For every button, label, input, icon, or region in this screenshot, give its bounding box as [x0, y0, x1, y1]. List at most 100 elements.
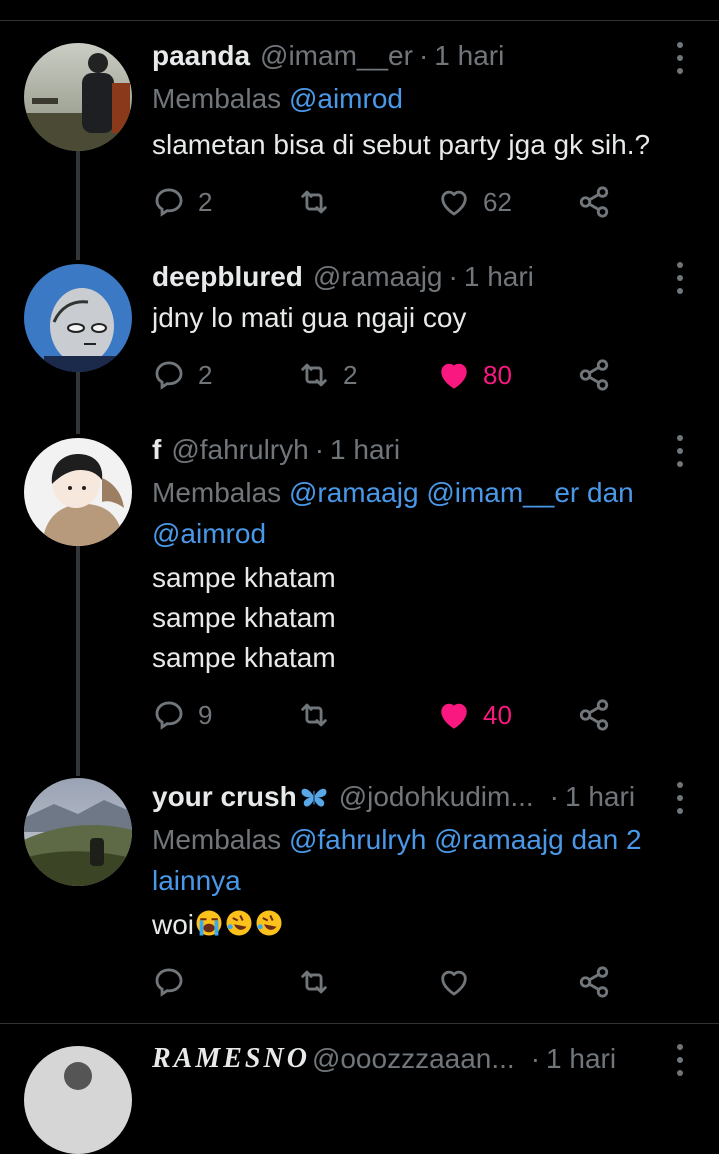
avatar[interactable]	[24, 1046, 132, 1154]
avatar[interactable]	[24, 438, 132, 546]
retweet-icon	[301, 363, 327, 387]
timestamp[interactable]: 1 hari	[565, 781, 635, 813]
others-link[interactable]: lainnya	[152, 865, 241, 896]
heart-icon	[441, 970, 467, 996]
tweet-divider	[0, 1023, 719, 1024]
reply-button[interactable]: 9	[152, 695, 212, 735]
avatar[interactable]	[24, 778, 132, 886]
heart-icon	[441, 190, 467, 216]
retweet-icon	[301, 970, 327, 994]
timestamp[interactable]: 1 hari	[330, 434, 400, 466]
separator: ·	[314, 434, 325, 465]
tweet-header: paanda @imam__er · 1 hari	[152, 37, 504, 75]
retweet-count: 2	[343, 359, 358, 390]
reply-count: 9	[198, 699, 213, 730]
retweet-icon	[301, 703, 327, 727]
user-handle[interactable]: @jodohkudim...	[339, 781, 534, 813]
user-handle[interactable]: @ooozzzaaan...	[312, 1043, 515, 1075]
avatar[interactable]	[24, 43, 132, 151]
reply-count: 2	[198, 186, 213, 217]
user-handle[interactable]: @fahrulryh	[171, 434, 308, 466]
tweet-header: your crush @jodohkudim... · 1 hari	[152, 778, 635, 816]
timestamp[interactable]: 1 hari	[434, 40, 504, 72]
tweet-text-line: sampe khatam	[152, 602, 336, 633]
replying-to: Membalas @fahrulryh @ramaajg dan 2	[152, 819, 692, 860]
share-icon	[579, 966, 609, 998]
timestamp[interactable]: 1 hari	[464, 261, 534, 293]
reply-button[interactable]	[152, 962, 198, 1002]
more-options-icon[interactable]	[672, 1044, 688, 1076]
speech-bubble-icon	[155, 361, 183, 390]
more-options-icon[interactable]	[672, 262, 688, 294]
heart-filled-icon	[441, 363, 467, 389]
mention-link[interactable]: @aimrod	[289, 83, 403, 114]
display-name[interactable]: f	[152, 434, 161, 466]
retweet-button[interactable]	[297, 182, 343, 222]
mention-links[interactable]: @ramaajg @imam__er dan	[289, 477, 634, 508]
more-options-icon[interactable]	[672, 435, 688, 467]
tweet-actions: 2 2 80	[152, 355, 622, 395]
reply-count: 2	[198, 359, 213, 390]
like-button[interactable]	[437, 962, 483, 1002]
tweet-actions: 9 40	[152, 695, 622, 735]
user-handle[interactable]: @imam__er	[260, 40, 413, 72]
tweet-actions	[152, 962, 622, 1002]
replying-to: Membalas @ramaajg @imam__er dan	[152, 472, 692, 513]
display-name[interactable]: your crush	[152, 781, 297, 813]
like-button[interactable]: 62	[437, 182, 512, 222]
retweet-button[interactable]	[297, 962, 343, 1002]
separator: ·	[448, 261, 458, 292]
more-options-icon[interactable]	[672, 782, 688, 814]
heart-filled-icon	[441, 703, 467, 729]
share-button[interactable]	[577, 182, 611, 222]
reply-button[interactable]: 2	[152, 355, 212, 395]
thread-line	[76, 150, 80, 260]
like-count: 62	[483, 186, 512, 217]
reply-button[interactable]: 2	[152, 182, 212, 222]
speech-bubble-icon	[155, 968, 183, 997]
thread-line	[76, 546, 80, 776]
separator: ·	[530, 1043, 541, 1074]
tweet-header: deepblured @ramaajg · 1 hari	[152, 258, 534, 296]
share-button[interactable]	[577, 962, 611, 1002]
display-name[interactable]: paanda	[152, 40, 250, 72]
replying-to-label: Membalas	[152, 83, 282, 114]
like-button[interactable]: 40	[437, 695, 512, 735]
retweet-button[interactable]: 2	[297, 355, 357, 395]
avatar[interactable]	[24, 264, 132, 372]
user-handle[interactable]: @ramaajg	[313, 261, 443, 293]
thread-line	[76, 372, 80, 434]
rolling-on-floor-laughing-emoji	[226, 910, 252, 936]
share-icon	[579, 359, 609, 391]
tweet-header: f @fahrulryh · 1 hari	[152, 431, 400, 469]
share-button[interactable]	[577, 355, 611, 395]
mention-links[interactable]: @fahrulryh @ramaajg dan 2	[289, 824, 642, 855]
speech-bubble-icon	[155, 188, 183, 217]
tweet-header: RAMESNO @ooozzzaaan... · 1 hari	[152, 1040, 616, 1078]
tweet-text-line: sampe khatam	[152, 562, 336, 593]
retweet-button[interactable]	[297, 695, 343, 735]
tweet-text-content: woi	[152, 909, 195, 940]
speech-bubble-icon	[155, 701, 183, 730]
share-icon	[579, 186, 609, 218]
share-icon	[579, 699, 609, 731]
butterfly-emoji	[301, 788, 327, 807]
like-count: 40	[483, 699, 512, 730]
replying-to-continued: @aimrod	[152, 513, 692, 554]
display-name[interactable]: deepblured	[152, 261, 303, 293]
separator: ·	[418, 40, 429, 71]
replying-to-label: Membalas	[152, 824, 282, 855]
like-button[interactable]: 80	[437, 355, 512, 395]
tweet-actions: 2 62	[152, 182, 622, 222]
more-options-icon[interactable]	[672, 42, 688, 74]
tweet-text: slametan bisa di sebut party jga gk sih.…	[152, 129, 651, 160]
timestamp[interactable]: 1 hari	[546, 1043, 616, 1075]
rolling-on-floor-laughing-emoji	[256, 910, 282, 936]
replying-to: Membalas @aimrod	[152, 78, 692, 119]
display-name[interactable]: RAMESNO	[152, 1043, 310, 1075]
separator: ·	[549, 781, 559, 812]
share-button[interactable]	[577, 695, 611, 735]
loudly-crying-face-emoji	[196, 910, 222, 936]
mention-link[interactable]: @aimrod	[152, 518, 266, 549]
like-count: 80	[483, 359, 512, 390]
